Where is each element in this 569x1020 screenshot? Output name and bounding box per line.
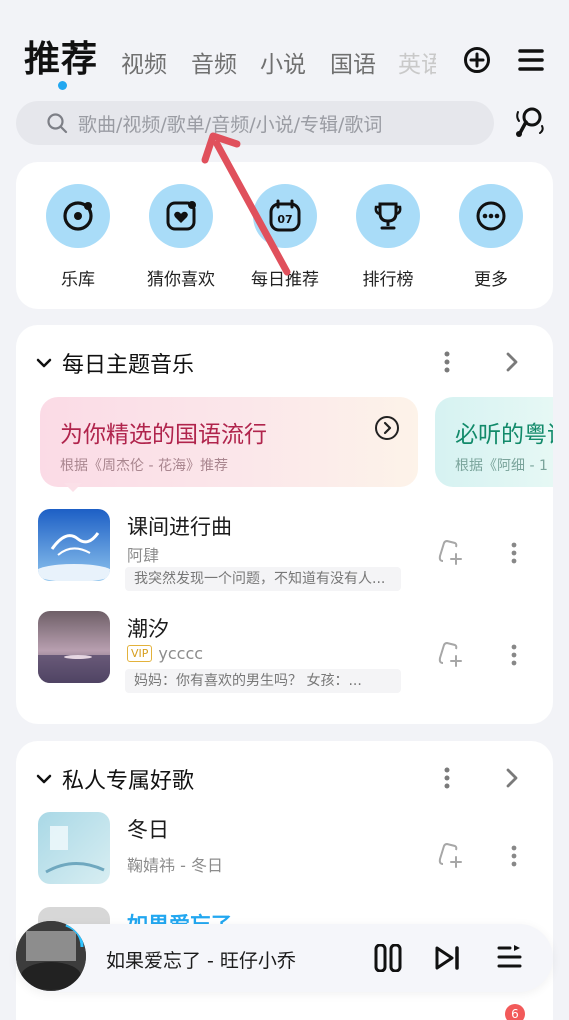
chevron-right-icon[interactable] xyxy=(506,768,518,788)
shortcut-charts[interactable]: 排行榜 xyxy=(343,184,433,290)
vip-badge: VIP xyxy=(127,645,153,662)
mini-player[interactable]: 如果爱忘了 - 旺仔小乔 xyxy=(16,921,553,992)
playlist-banner[interactable]: 为你精选的国语流行 根据《周杰伦 - 花海》推荐 xyxy=(40,397,418,487)
song-artist: 鞠婧祎 - 冬日 xyxy=(127,856,223,875)
shortcut-label: 排行榜 xyxy=(362,270,414,290)
daily-theme-card: 每日主题音乐 为你精选的国语流行 根据《周杰伦 - 花海》推荐 必听的粤语 根据… xyxy=(16,325,553,724)
search-icon xyxy=(47,113,68,134)
heart-photo-icon xyxy=(166,201,196,231)
next-track-icon[interactable] xyxy=(434,945,462,971)
tab-english[interactable]: 英语 xyxy=(398,45,436,79)
tab-novel[interactable]: 小说 xyxy=(260,45,306,79)
player-cover[interactable] xyxy=(16,921,86,991)
more-vertical-icon[interactable] xyxy=(443,767,451,789)
chevron-down-icon xyxy=(36,358,52,368)
add-to-playlist-icon[interactable] xyxy=(437,842,465,870)
tab-recommend[interactable]: 推荐 xyxy=(24,30,98,82)
album-cover xyxy=(38,611,110,683)
album-cover xyxy=(38,812,110,884)
pause-icon[interactable] xyxy=(373,944,403,972)
tab-video[interactable]: 视频 xyxy=(121,45,167,79)
playlist-banner[interactable]: 必听的粤语 根据《阿细 - 1 xyxy=(435,397,553,487)
more-icon xyxy=(476,201,506,231)
song-row[interactable]: 课间进行曲 阿肆 我突然发现一个问题，不知道有没有人... xyxy=(16,509,553,599)
menu-icon[interactable] xyxy=(518,48,544,72)
song-title: 潮汐 xyxy=(127,617,169,641)
banner-title: 为你精选的国语流行 xyxy=(60,422,267,448)
tab-mandarin[interactable]: 国语 xyxy=(330,45,376,79)
banner-subtitle: 根据《周杰伦 - 花海》推荐 xyxy=(60,458,228,474)
add-circle-icon[interactable] xyxy=(463,46,491,74)
voice-search-icon[interactable] xyxy=(515,106,547,140)
shortcut-more[interactable]: 更多 xyxy=(446,184,536,290)
tab-audio[interactable]: 音频 xyxy=(191,45,237,79)
song-row[interactable]: 潮汐 VIP ycccc 妈妈：你有喜欢的男生吗？ 女孩：... xyxy=(16,611,553,701)
disc-icon xyxy=(63,201,93,231)
more-vertical-icon[interactable] xyxy=(510,643,518,667)
chevron-right-icon[interactable] xyxy=(506,352,518,372)
section-title: 私人专属好歌 xyxy=(62,769,195,794)
notification-badge: 6 xyxy=(505,1004,525,1020)
add-to-playlist-icon[interactable] xyxy=(437,641,465,669)
song-comment: 我突然发现一个问题，不知道有没有人... xyxy=(125,567,401,591)
play-circle-arrow-icon[interactable] xyxy=(374,415,400,441)
trophy-icon xyxy=(374,202,402,230)
annotation-arrow-icon xyxy=(201,132,291,276)
album-cover xyxy=(38,509,110,581)
song-comment: 妈妈：你有喜欢的男生吗？ 女孩：... xyxy=(125,669,401,693)
shortcut-library[interactable]: 乐库 xyxy=(33,184,123,290)
song-title: 冬日 xyxy=(127,818,169,842)
song-title: 课间进行曲 xyxy=(127,515,232,539)
add-to-playlist-icon[interactable] xyxy=(437,539,465,567)
chevron-down-icon xyxy=(36,774,52,784)
song-row[interactable]: 冬日 鞠婧祎 - 冬日 xyxy=(16,812,553,902)
active-tab-indicator xyxy=(58,81,67,90)
top-tab-bar: 推荐 视频 音频 小说 国语 英语 xyxy=(0,0,569,100)
section-title: 每日主题音乐 xyxy=(62,353,195,378)
banner-title: 必听的粤语 xyxy=(455,422,553,448)
now-playing-text: 如果爱忘了 - 旺仔小乔 xyxy=(106,950,296,972)
more-vertical-icon[interactable] xyxy=(510,541,518,565)
more-vertical-icon[interactable] xyxy=(443,351,451,373)
private-section-header[interactable]: 私人专属好歌 xyxy=(36,763,194,795)
song-artist: 阿肆 xyxy=(127,546,160,565)
shortcut-label: 乐库 xyxy=(61,270,95,290)
banner-subtitle: 根据《阿细 - 1 xyxy=(455,458,548,474)
playlist-icon[interactable] xyxy=(496,943,524,971)
banner-pointer xyxy=(64,483,82,492)
daily-section-header[interactable]: 每日主题音乐 xyxy=(36,347,194,379)
more-vertical-icon[interactable] xyxy=(510,844,518,868)
song-artist: VIP ycccc xyxy=(127,644,203,663)
shortcut-label: 更多 xyxy=(474,270,508,290)
